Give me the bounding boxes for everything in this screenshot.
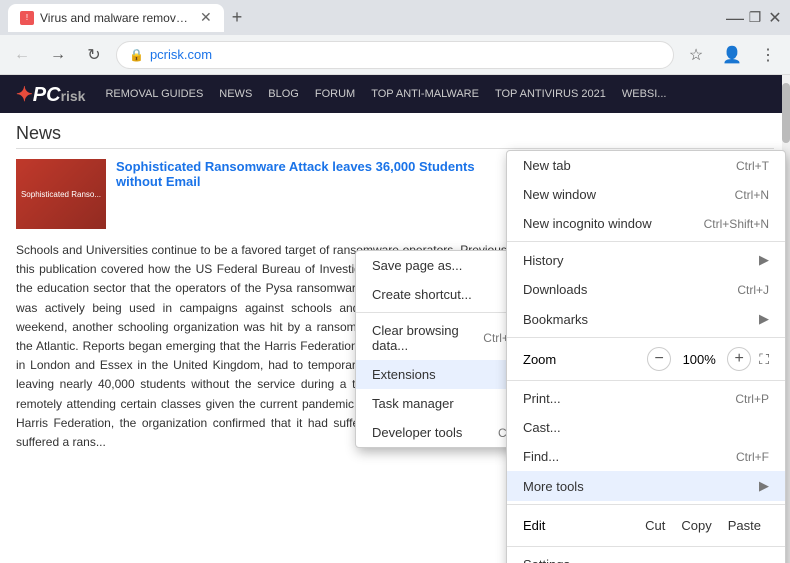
zoom-in-button[interactable]: + [727,347,751,371]
reload-button[interactable]: ↻ [80,45,108,65]
nav-anti-malware[interactable]: TOP ANTI-MALWARE [371,88,479,100]
nav-forum[interactable]: FORUM [315,88,355,100]
site-nav: REMOVAL GUIDES NEWS BLOG FORUM TOP ANTI-… [105,88,666,100]
zoom-out-button[interactable]: − [647,347,671,371]
menu-cast[interactable]: Cast... [507,413,785,442]
nav-antivirus[interactable]: TOP ANTIVIRUS 2021 [495,88,606,100]
menu-more-tools[interactable]: More tools ▶ [507,471,785,501]
article-thumbnail-1: Sophisticated Ranso... [16,159,106,229]
menu-sep-2 [507,337,785,338]
scrollbar-thumb[interactable] [782,83,790,143]
edit-paste-button[interactable]: Paste [720,514,769,537]
menu-zoom-control: Zoom − 100% + ⛶ [507,341,785,377]
tab-close-btn[interactable]: ✕ [200,9,212,26]
menu-new-incognito[interactable]: New incognito window Ctrl+Shift+N [507,209,785,238]
lock-icon: 🔒 [129,48,144,62]
nav-more[interactable]: WEBSI... [622,88,667,100]
news-section-title: News [16,123,774,149]
edit-actions: Cut Copy Paste [637,514,769,537]
site-logo[interactable]: ✦PCrisk [16,82,85,107]
new-tab-button[interactable]: + [232,7,243,28]
nav-news[interactable]: NEWS [219,88,252,100]
browser-tab[interactable]: ! Virus and malware removal instr... ✕ [8,4,224,32]
article-headline-1[interactable]: Sophisticated Ransomware Attack leaves 3… [116,159,518,189]
edit-copy-button[interactable]: Copy [673,514,719,537]
profile-icon[interactable]: 👤 [718,45,746,65]
menu-settings[interactable]: Settings [507,550,785,563]
list-item: Sophisticated Ranso... Sophisticated Ran… [16,159,518,229]
address-text: pcrisk.com [150,47,661,62]
menu-new-tab[interactable]: New tab Ctrl+T [507,151,785,180]
menu-find[interactable]: Find... Ctrl+F [507,442,785,471]
menu-downloads[interactable]: Downloads Ctrl+J [507,275,785,304]
site-header: ✦PCrisk REMOVAL GUIDES NEWS BLOG FORUM T… [0,75,790,113]
addressbar: ← → ↻ 🔒 pcrisk.com ☆ 👤 ⋮ [0,35,790,75]
menu-sep-3 [507,380,785,381]
close-button[interactable]: ✕ [768,11,782,25]
toolbar-icons: ☆ 👤 ⋮ [682,45,782,65]
menu-edit-row: Edit Cut Copy Paste [507,508,785,543]
browser-menu: New tab Ctrl+T New window Ctrl+N New inc… [506,150,786,563]
window-controls: — ❐ ✕ [728,11,782,25]
menu-bookmarks[interactable]: Bookmarks ▶ [507,304,785,334]
titlebar: ! Virus and malware removal instr... ✕ +… [0,0,790,35]
nav-removal-guides[interactable]: REMOVAL GUIDES [105,88,203,100]
content-area: ✦PCrisk REMOVAL GUIDES NEWS BLOG FORUM T… [0,75,790,563]
menu-sep-4 [507,504,785,505]
edit-cut-button[interactable]: Cut [637,514,673,537]
nav-blog[interactable]: BLOG [268,88,299,100]
tab-title: Virus and malware removal instr... [40,11,190,25]
menu-new-window[interactable]: New window Ctrl+N [507,180,785,209]
zoom-value: 100% [679,352,719,367]
article-info-1: Sophisticated Ransomware Attack leaves 3… [116,159,518,229]
tab-favicon: ! [20,11,34,25]
restore-button[interactable]: ❐ [748,11,762,25]
back-button[interactable]: ← [8,46,36,64]
menu-sep-1 [507,241,785,242]
menu-history[interactable]: History ▶ [507,245,785,275]
forward-button[interactable]: → [44,46,72,64]
menu-print[interactable]: Print... Ctrl+P [507,384,785,413]
zoom-fullscreen-button[interactable]: ⛶ [759,351,769,368]
address-input[interactable]: 🔒 pcrisk.com [116,41,674,69]
menu-button[interactable]: ⋮ [754,45,782,65]
minimize-button[interactable]: — [728,11,742,25]
menu-sep-5 [507,546,785,547]
bookmark-star-icon[interactable]: ☆ [682,45,710,65]
